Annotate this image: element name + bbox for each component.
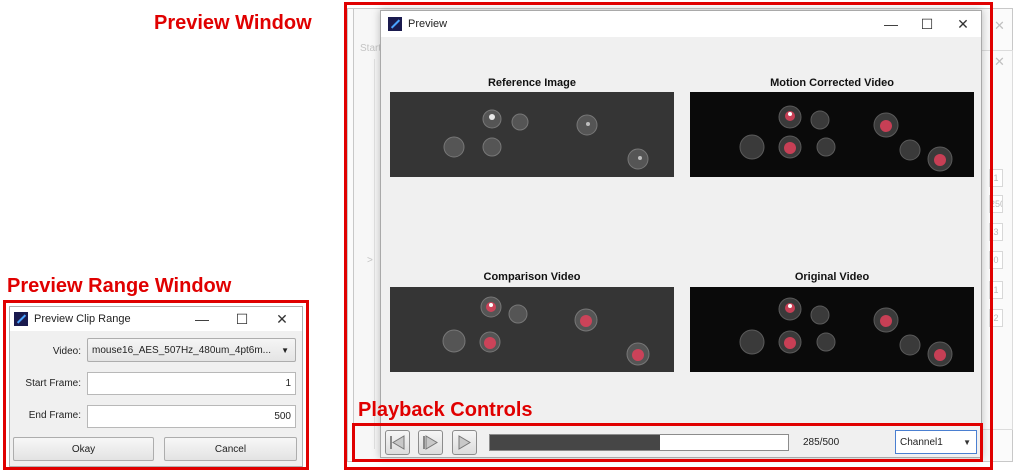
background-close-icon: ✕ (994, 18, 1005, 33)
playback-controls-callout: Playback Controls (358, 399, 533, 421)
preview-window-callout: Preview Window (154, 12, 312, 34)
playback-controls-highlight (352, 423, 983, 462)
preview-range-window-highlight (3, 300, 309, 470)
preview-range-window-callout: Preview Range Window (7, 275, 232, 297)
background-close-icon: ✕ (994, 54, 1005, 69)
